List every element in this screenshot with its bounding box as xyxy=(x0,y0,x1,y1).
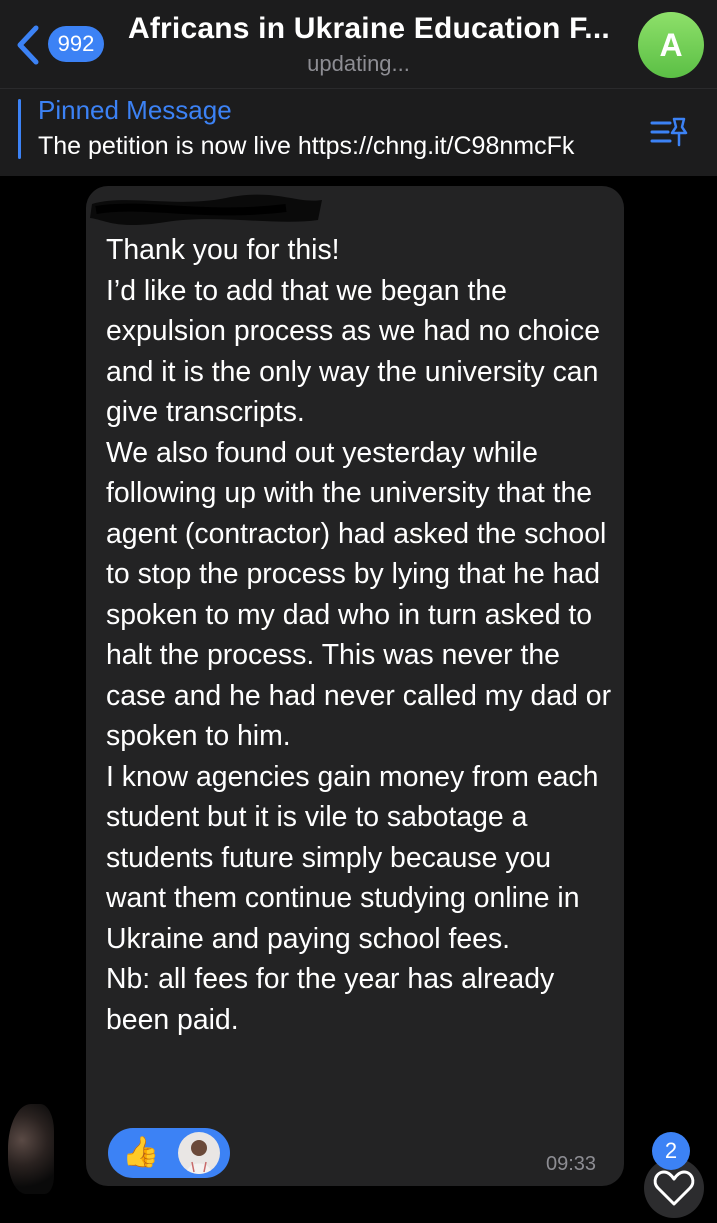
message-bubble[interactable]: Thank you for this! I’d like to add that… xyxy=(86,186,624,1186)
chat-title[interactable]: Africans in Ukraine Education F... xyxy=(128,12,608,46)
redacted-sender-name xyxy=(90,194,322,226)
pinned-message-bar[interactable]: Pinned Message The petition is now live … xyxy=(0,88,717,177)
chat-header: 992 Africans in Ukraine Education F... u… xyxy=(0,0,717,88)
chat-avatar[interactable]: A xyxy=(638,12,704,78)
unread-badge[interactable]: 2 xyxy=(652,1132,690,1170)
chat-status: updating... xyxy=(307,51,410,76)
thumbs-up-icon: 👍 xyxy=(122,1136,160,1169)
reaction-chip[interactable]: 👍 xyxy=(108,1128,230,1178)
chat-area[interactable]: Thank you for this! I’d like to add that… xyxy=(0,176,717,1200)
sender-avatar[interactable] xyxy=(8,1104,54,1194)
message-time: 09:33 xyxy=(546,1153,597,1175)
pinned-indicator xyxy=(18,99,21,159)
pinned-label: Pinned Message xyxy=(38,95,232,125)
unpin-icon[interactable] xyxy=(650,115,690,151)
reactor-avatar xyxy=(178,1132,220,1174)
pinned-text: The petition is now live https://chng.it… xyxy=(38,132,575,160)
message-text: Thank you for this! I’d like to add that… xyxy=(106,234,612,1036)
